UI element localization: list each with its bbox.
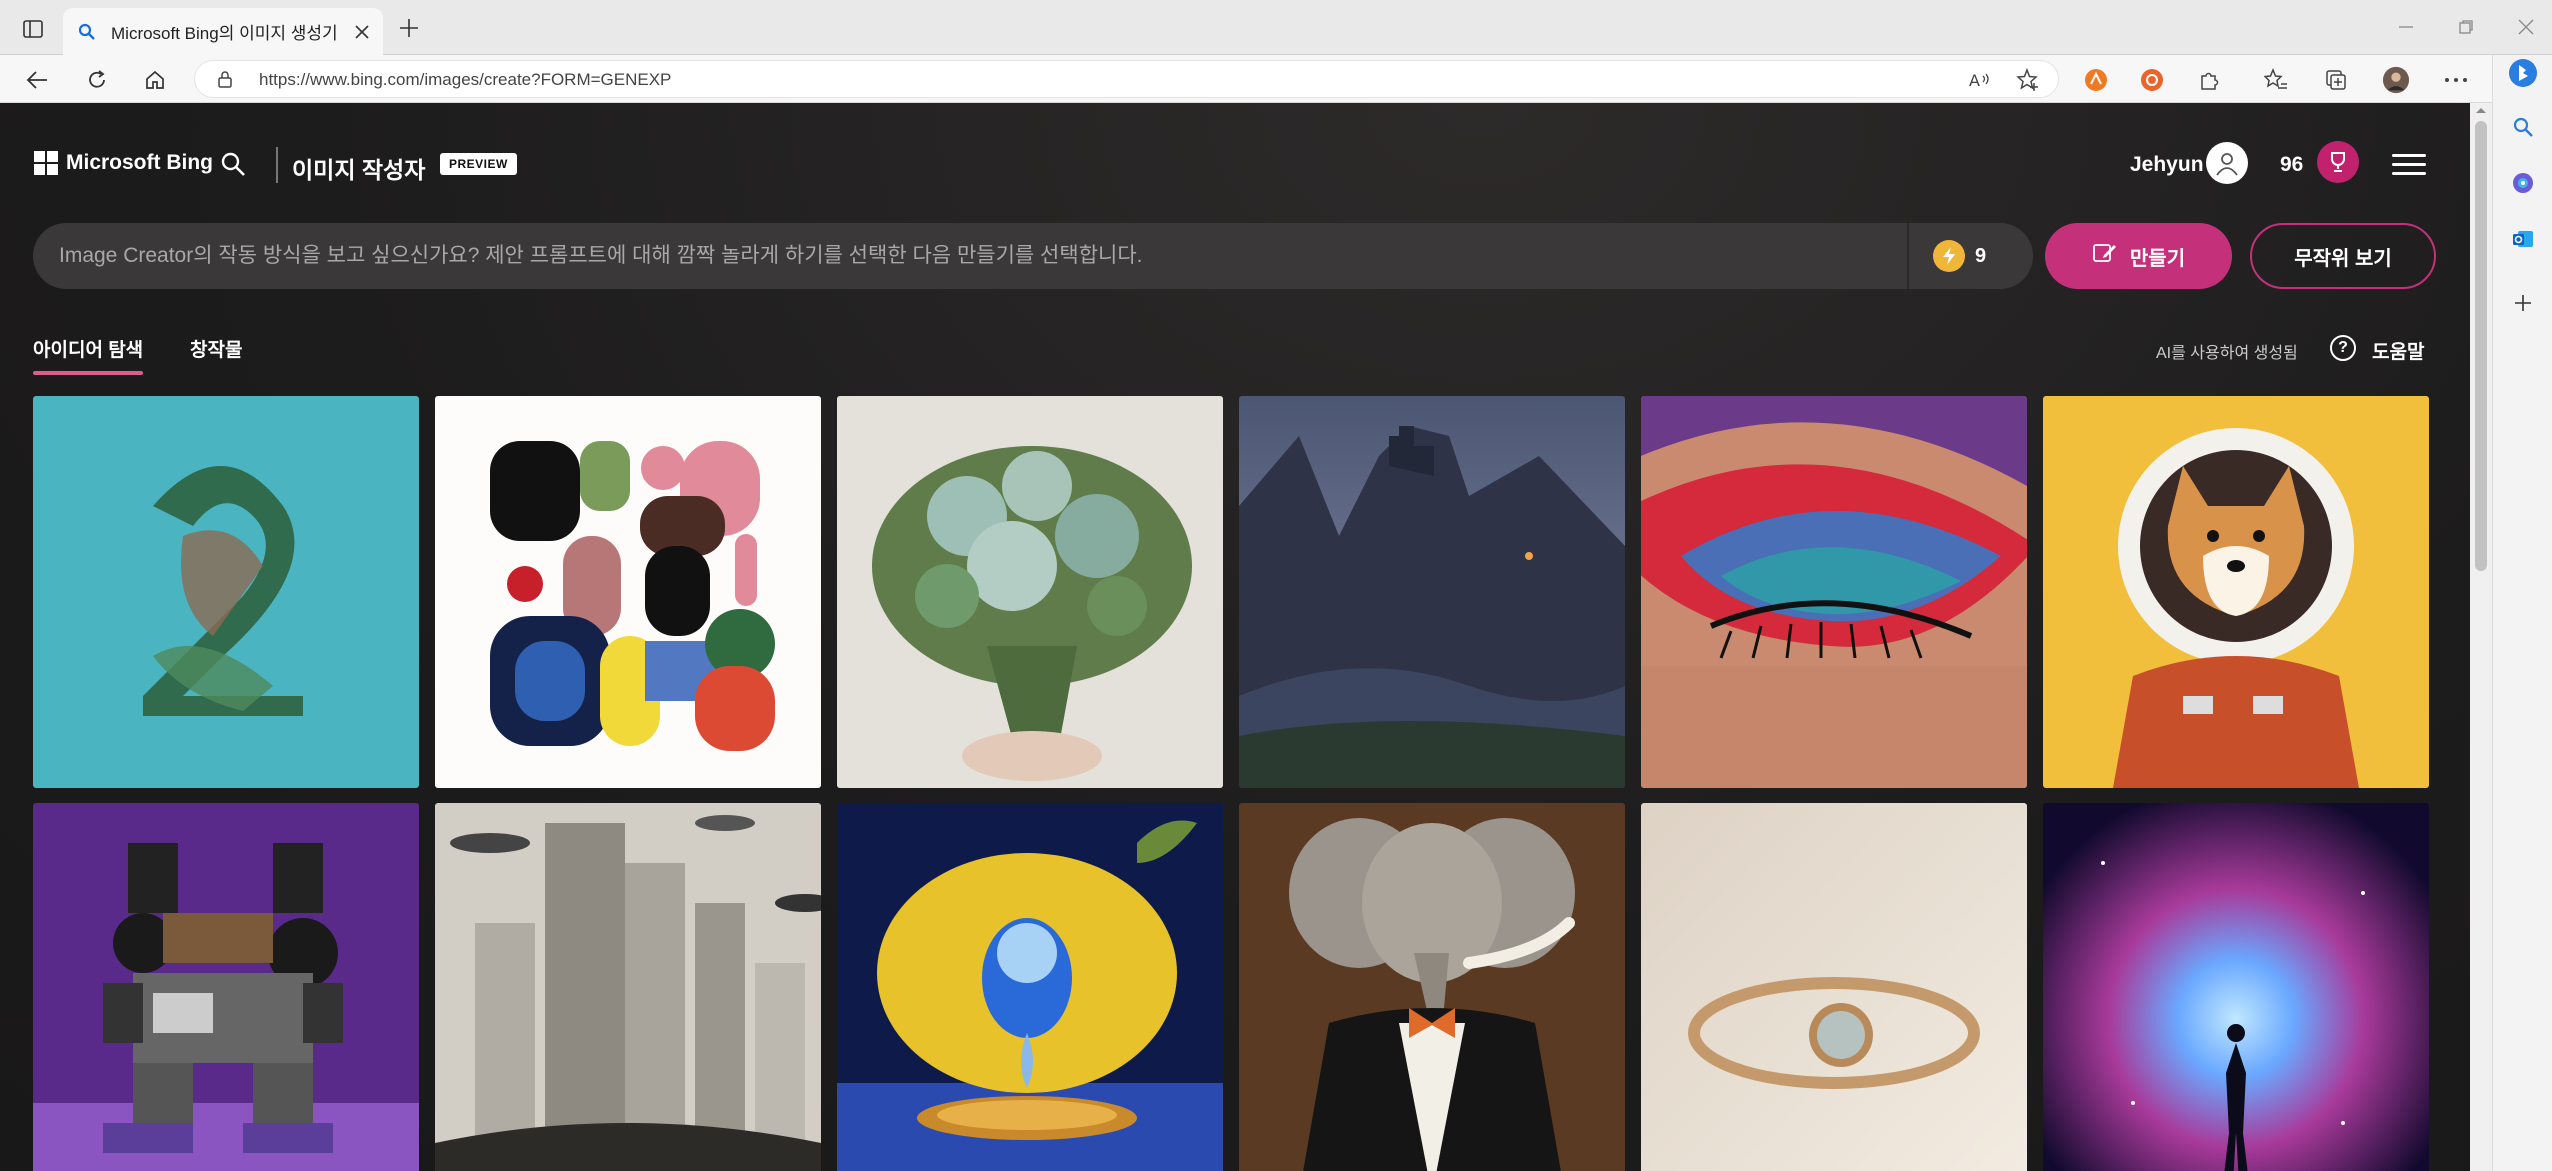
microsoft-bing-logo[interactable]: Microsoft Bing — [34, 151, 213, 175]
create-button-label: 만들기 — [2129, 247, 2186, 270]
tile-succulent-bouquet[interactable] — [837, 396, 1223, 788]
outlook-icon[interactable] — [2507, 223, 2539, 255]
copilot-icon[interactable] — [2507, 167, 2539, 199]
hamburger-menu-icon[interactable] — [2392, 147, 2426, 181]
tile-shiba-astronaut[interactable] — [2043, 396, 2429, 788]
preview-badge: PREVIEW — [440, 153, 517, 175]
elephant-tuxedo-image — [1239, 803, 1625, 1171]
page-title[interactable]: 이미지 작성자 — [292, 151, 425, 185]
page-scrollbar[interactable] — [2470, 103, 2492, 1171]
create-image-icon — [2092, 241, 2118, 271]
tile-elephant-tuxedo[interactable] — [1239, 803, 1625, 1171]
tile-dark-castle[interactable] — [1239, 396, 1625, 788]
tile-gold-ring[interactable] — [1641, 803, 2027, 1171]
collections-icon[interactable] — [2322, 66, 2350, 94]
boost-lightning-icon — [1933, 240, 1965, 272]
bing-chat-icon[interactable] — [2507, 57, 2539, 89]
prompt-bar: 9 — [33, 223, 2033, 289]
back-icon[interactable] — [20, 63, 54, 97]
read-aloud-icon[interactable]: A — [1966, 66, 1994, 94]
extension-coupon-icon[interactable] — [2138, 66, 2166, 94]
microsoft-logo-icon — [34, 151, 58, 175]
url-text: https://www.bing.com/images/create?FORM=… — [259, 70, 672, 89]
brand-name: Microsoft Bing — [66, 151, 213, 174]
create-button[interactable]: 만들기 — [2045, 223, 2232, 289]
browser-tab[interactable]: Microsoft Bing의 이미지 생성기 — [63, 8, 383, 55]
number-two-leaves-image — [33, 396, 419, 788]
more-options-icon[interactable] — [2442, 66, 2470, 94]
prompt-separator — [1907, 223, 1909, 289]
succulent-bouquet-image — [837, 396, 1223, 788]
tile-purple-robot[interactable] — [33, 803, 419, 1171]
edge-sidebar — [2492, 55, 2552, 1171]
surprise-me-button[interactable]: 무작위 보기 — [2250, 223, 2436, 289]
tile-number-two[interactable] — [33, 396, 419, 788]
header-divider — [276, 147, 278, 183]
help-icon[interactable]: ? — [2330, 335, 2356, 361]
header-search-icon[interactable] — [216, 147, 250, 181]
tile-abstract-shapes[interactable] — [435, 396, 821, 788]
prompt-input[interactable] — [59, 223, 1899, 289]
scrollbar-thumb[interactable] — [2475, 121, 2487, 571]
tile-city-spaceships[interactable] — [435, 803, 821, 1171]
home-icon[interactable] — [138, 63, 172, 97]
add-favorite-icon[interactable] — [2014, 66, 2042, 94]
tab-creations[interactable]: 창작물 — [190, 335, 242, 362]
mountain-castle-image — [1239, 396, 1625, 788]
tab-strip: Microsoft Bing의 이미지 생성기 — [0, 0, 2552, 55]
address-bar[interactable]: https://www.bing.com/images/create?FORM=… — [194, 60, 2059, 98]
tile-eye-makeup[interactable] — [1641, 396, 2027, 788]
ai-generated-note: AI를 사용하여 생성됨 — [2156, 345, 2298, 362]
browser-window: Microsoft Bing의 이미지 생성기 https://www.bing… — [0, 0, 2552, 1171]
site-header: Microsoft Bing 이미지 작성자 PREVIEW Jehyun 96 — [0, 103, 2470, 223]
tile-cosmic-nebula[interactable] — [2043, 803, 2429, 1171]
city-spaceships-image — [435, 803, 821, 1171]
lock-icon — [217, 70, 233, 93]
minimize-icon[interactable] — [2386, 10, 2426, 44]
help-link[interactable]: 도움말 — [2372, 337, 2424, 364]
abstract-shapes-image — [435, 396, 821, 788]
eye-makeup-image — [1641, 396, 2027, 788]
refresh-icon[interactable] — [80, 63, 114, 97]
rewards-trophy-icon[interactable] — [2317, 141, 2359, 183]
browser-toolbar: https://www.bing.com/images/create?FORM=… — [0, 55, 2492, 103]
user-avatar-icon[interactable] — [2206, 142, 2248, 184]
profile-avatar-icon[interactable] — [2382, 66, 2410, 94]
lemon-drop-image — [837, 803, 1223, 1171]
tab-title: Microsoft Bing의 이미지 생성기 — [111, 24, 338, 43]
shiba-astronaut-image — [2043, 396, 2429, 788]
tab-actions-icon[interactable] — [16, 14, 50, 44]
user-name[interactable]: Jehyun — [2130, 153, 2204, 177]
restore-icon[interactable] — [2446, 10, 2486, 44]
bing-image-creator-page: Microsoft Bing 이미지 작성자 PREVIEW Jehyun 96 — [0, 103, 2470, 1171]
new-tab-icon[interactable] — [392, 11, 426, 45]
tab-explore-ideas[interactable]: 아이디어 탐색 — [33, 335, 144, 375]
boost-count: 9 — [1975, 244, 1987, 267]
close-window-icon[interactable] — [2506, 10, 2546, 44]
add-sidebar-app-icon[interactable] — [2507, 287, 2539, 319]
gold-ring-image — [1641, 803, 2027, 1171]
boost-counter[interactable]: 9 — [1933, 240, 1986, 272]
robot-image — [33, 803, 419, 1171]
favorites-icon[interactable] — [2262, 66, 2290, 94]
scroll-up-icon[interactable] — [2475, 105, 2487, 117]
svg-text:A: A — [1969, 71, 1980, 90]
rewards-points[interactable]: 96 — [2280, 153, 2303, 177]
extensions-icon[interactable] — [2196, 66, 2224, 94]
nebula-image — [2043, 803, 2429, 1171]
extension-orange-icon[interactable] — [2082, 66, 2110, 94]
close-tab-icon[interactable] — [355, 19, 369, 45]
bing-search-favicon-icon — [77, 22, 97, 42]
tile-lemon-drop[interactable] — [837, 803, 1223, 1171]
search-icon[interactable] — [2507, 111, 2539, 143]
